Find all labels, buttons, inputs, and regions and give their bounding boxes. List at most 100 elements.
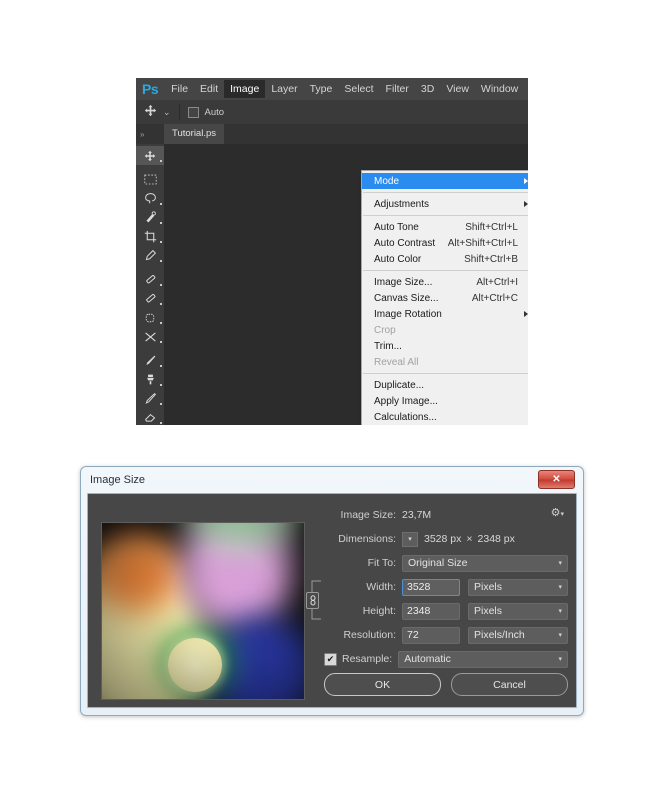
dialog-button-row: OK Cancel bbox=[324, 673, 568, 696]
resample-checkbox[interactable]: ✔ bbox=[324, 652, 337, 666]
menu-item-label: Duplicate... bbox=[374, 379, 425, 391]
menu-view[interactable]: View bbox=[440, 80, 475, 98]
collapse-panel-icon[interactable]: » bbox=[136, 130, 164, 139]
menu-item-image-rotation[interactable]: Image Rotation bbox=[362, 306, 528, 322]
menu-separator bbox=[363, 373, 528, 374]
photoshop-window: Ps File Edit Image Layer Type Select Fil… bbox=[136, 78, 528, 425]
menu-window[interactable]: Window bbox=[475, 80, 524, 98]
eraser-tool[interactable] bbox=[136, 408, 164, 425]
history-brush-tool[interactable] bbox=[136, 389, 164, 408]
fit-to-select[interactable]: Original Size ▾ bbox=[402, 554, 568, 572]
screenshot-root: Ps File Edit Image Layer Type Select Fil… bbox=[0, 0, 660, 800]
menu-item-label: Auto Tone bbox=[374, 221, 419, 233]
menu-item-label: Crop bbox=[374, 324, 396, 336]
close-icon[interactable]: ✕ bbox=[538, 470, 575, 489]
dimensions-dropdown[interactable]: ▾ bbox=[402, 531, 418, 547]
menu-filter[interactable]: Filter bbox=[380, 80, 415, 98]
menu-image[interactable]: Image bbox=[224, 80, 266, 98]
menu-item-auto-contrast[interactable]: Auto Contrast Alt+Shift+Ctrl+L bbox=[362, 235, 528, 251]
submenu-arrow-icon bbox=[524, 178, 528, 184]
menu-item-label: Adjustments bbox=[374, 198, 430, 210]
menu-file[interactable]: File bbox=[165, 80, 194, 98]
menu-select[interactable]: Select bbox=[338, 80, 379, 98]
fit-to-value: Original Size bbox=[408, 557, 468, 569]
brush-tool[interactable] bbox=[136, 351, 164, 370]
tool-preset-chevron-icon[interactable]: ⌄ bbox=[163, 107, 171, 118]
quick-selection-tool[interactable] bbox=[136, 208, 164, 227]
chevron-down-icon: ▾ bbox=[558, 584, 562, 591]
image-size-label: Image Size: bbox=[340, 509, 396, 521]
menu-3d[interactable]: 3D bbox=[415, 80, 440, 98]
resample-select[interactable]: Automatic ▾ bbox=[398, 650, 568, 668]
menu-separator bbox=[363, 270, 528, 271]
menu-layer[interactable]: Layer bbox=[265, 80, 303, 98]
spot-healing-brush-tool[interactable] bbox=[136, 270, 164, 289]
width-input[interactable]: 3528 bbox=[402, 578, 460, 596]
options-divider bbox=[178, 104, 180, 120]
menu-item-label: Auto Contrast bbox=[374, 237, 436, 249]
chevron-down-icon: ▾ bbox=[558, 656, 562, 663]
height-input[interactable]: 2348 bbox=[402, 602, 460, 620]
eyedropper-tool[interactable] bbox=[136, 246, 164, 265]
menu-item-shortcut: Alt+Shift+Ctrl+L bbox=[447, 237, 518, 249]
gear-icon[interactable]: ⚙▾ bbox=[551, 506, 564, 519]
clone-stamp-tool[interactable] bbox=[136, 370, 164, 389]
resample-row: ✔ Resample: Automatic ▾ bbox=[324, 648, 568, 670]
fit-to-label: Fit To: bbox=[367, 557, 396, 569]
link-chain-icon[interactable] bbox=[306, 592, 319, 609]
menu-item-auto-color[interactable]: Auto Color Shift+Ctrl+B bbox=[362, 251, 528, 267]
height-unit-value: Pixels bbox=[474, 605, 503, 617]
resolution-row: Resolution: 72 Pixels/Inch ▾ bbox=[324, 624, 568, 646]
menu-item-label: Trim... bbox=[374, 340, 402, 352]
crop-tool[interactable] bbox=[136, 227, 164, 246]
dialog-title-bar[interactable]: Image Size ✕ bbox=[81, 467, 583, 493]
resolution-unit-select[interactable]: Pixels/Inch ▾ bbox=[468, 626, 568, 644]
resolution-unit-value: Pixels/Inch bbox=[474, 629, 525, 641]
chevron-down-icon: ▾ bbox=[558, 632, 562, 639]
height-label: Height: bbox=[362, 605, 396, 617]
move-tool[interactable] bbox=[136, 146, 164, 165]
image-preview[interactable] bbox=[101, 522, 305, 700]
menu-help[interactable]: Help bbox=[524, 80, 528, 98]
menu-item-trim[interactable]: Trim... bbox=[362, 338, 528, 354]
chevron-down-icon: ▾ bbox=[558, 560, 562, 567]
menu-item-label: Auto Color bbox=[374, 253, 422, 265]
menu-item-canvas-size[interactable]: Canvas Size... Alt+Ctrl+C bbox=[362, 290, 528, 306]
auto-select-checkbox[interactable] bbox=[187, 106, 199, 118]
menu-item-mode[interactable]: Mode bbox=[362, 173, 528, 189]
shuffle-tool[interactable] bbox=[136, 327, 164, 346]
rectangular-marquee-tool[interactable] bbox=[136, 170, 164, 189]
menu-item-adjustments[interactable]: Adjustments bbox=[362, 196, 528, 212]
image-menu-dropdown: Mode Adjustments Auto Tone Shift+Ctrl+L … bbox=[361, 170, 528, 425]
photoshop-logo: Ps bbox=[142, 81, 159, 97]
submenu-arrow-icon bbox=[524, 311, 528, 317]
lasso-tool[interactable] bbox=[136, 189, 164, 208]
ok-button[interactable]: OK bbox=[324, 673, 441, 696]
cancel-button[interactable]: Cancel bbox=[451, 673, 568, 696]
menu-item-image-size[interactable]: Image Size... Alt+Ctrl+I bbox=[362, 274, 528, 290]
menu-item-apply-image[interactable]: Apply Image... bbox=[362, 393, 528, 409]
move-tool-icon[interactable] bbox=[144, 104, 157, 120]
resolution-input[interactable]: 72 bbox=[402, 626, 460, 644]
fit-to-row: Fit To: Original Size ▾ bbox=[324, 552, 568, 574]
patch-selection-tool[interactable] bbox=[136, 308, 164, 327]
menu-item-shortcut: Alt+Ctrl+C bbox=[471, 292, 518, 304]
width-label: Width: bbox=[366, 581, 396, 593]
dimensions-label: Dimensions: bbox=[338, 533, 396, 545]
menu-item-calculations[interactable]: Calculations... bbox=[362, 409, 528, 425]
menu-item-label: Canvas Size... bbox=[374, 292, 439, 304]
menu-item-reveal-all: Reveal All bbox=[362, 354, 528, 370]
height-unit-select[interactable]: Pixels ▾ bbox=[468, 602, 568, 620]
submenu-arrow-icon bbox=[524, 201, 528, 207]
options-bar: ⌄ Auto bbox=[136, 100, 528, 125]
menu-edit[interactable]: Edit bbox=[194, 80, 224, 98]
menu-item-shortcut: Shift+Ctrl+B bbox=[464, 253, 518, 265]
dialog-title: Image Size bbox=[90, 474, 146, 486]
menu-type[interactable]: Type bbox=[304, 80, 339, 98]
width-unit-select[interactable]: Pixels ▾ bbox=[468, 578, 568, 596]
patch-tool[interactable] bbox=[136, 289, 164, 308]
menu-item-duplicate[interactable]: Duplicate... bbox=[362, 377, 528, 393]
chevron-down-icon: ▾ bbox=[558, 608, 562, 615]
menu-item-auto-tone[interactable]: Auto Tone Shift+Ctrl+L bbox=[362, 219, 528, 235]
document-tab[interactable]: Tutorial.ps bbox=[164, 124, 224, 144]
